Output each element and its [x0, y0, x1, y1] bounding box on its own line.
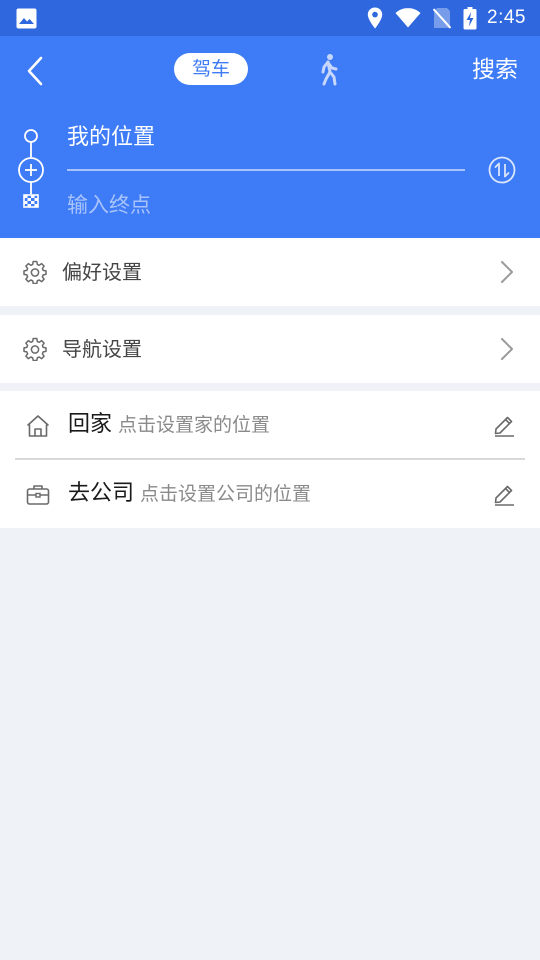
swap-icon	[488, 156, 516, 184]
company-shortcut-row[interactable]: 去公司 点击设置公司的位置	[0, 460, 540, 528]
route-marker-graphic	[18, 129, 44, 208]
gear-icon	[23, 260, 47, 288]
company-hint: 点击设置公司的位置	[140, 483, 312, 505]
company-title: 去公司	[68, 481, 135, 506]
battery-charging-icon	[463, 6, 477, 30]
home-title-wrap: 回家 点击设置家的位置	[68, 391, 270, 459]
walk-icon	[321, 54, 338, 86]
no-sim-icon	[433, 7, 452, 29]
navigation-settings-card: 导航设置	[0, 315, 540, 383]
gear-icon	[23, 337, 47, 365]
navigation-settings-row[interactable]: 导航设置	[0, 315, 540, 383]
location-icon	[367, 7, 383, 29]
preference-settings-row[interactable]: 偏好设置	[0, 238, 540, 306]
wifi-icon	[395, 8, 421, 28]
navigation-settings-label: 导航设置	[62, 337, 142, 361]
chevron-right-icon	[500, 260, 514, 288]
swap-button[interactable]	[488, 156, 516, 184]
briefcase-icon	[25, 482, 51, 512]
preference-settings-card: 偏好设置	[0, 238, 540, 306]
start-location-field[interactable]: 我的位置	[67, 120, 465, 156]
tab-walking[interactable]	[314, 53, 344, 87]
back-button[interactable]	[20, 54, 50, 88]
route-header: 驾车 搜索 我的位置 输入终点	[0, 36, 540, 238]
home-hint: 点击设置家的位置	[118, 414, 271, 436]
common-places-card: 回家 点击设置家的位置 去公司 点击设置公司的位置	[0, 391, 540, 528]
home-title: 回家	[68, 412, 113, 437]
route-input-divider	[67, 169, 465, 171]
edit-icon	[494, 485, 514, 506]
edit-company-button[interactable]	[492, 482, 516, 510]
tab-driving[interactable]: 驾车	[174, 53, 248, 85]
home-shortcut-row[interactable]: 回家 点击设置家的位置	[0, 391, 540, 459]
home-icon	[25, 413, 51, 443]
search-button[interactable]: 搜索	[472, 53, 518, 87]
chevron-right-icon	[500, 337, 514, 365]
back-chevron-icon	[27, 56, 43, 86]
company-title-wrap: 去公司 点击设置公司的位置	[68, 460, 311, 528]
preference-settings-label: 偏好设置	[62, 260, 142, 284]
edit-home-button[interactable]	[492, 413, 516, 441]
edit-icon	[494, 416, 514, 437]
destination-input[interactable]: 输入终点	[67, 188, 465, 222]
status-bar: 2:45	[0, 0, 540, 36]
gallery-icon	[16, 8, 37, 33]
status-time: 2:45	[487, 7, 526, 28]
